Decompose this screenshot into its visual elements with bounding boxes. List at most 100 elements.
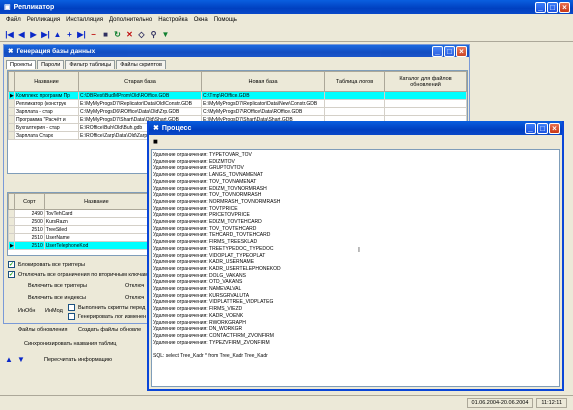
disable-constraints-checkbox[interactable]: ✓ Отключать все ограничения по вторичным… — [8, 271, 148, 278]
cell[interactable]: KursRazn — [43, 217, 149, 226]
disable-triggers-button[interactable]: Отключ — [125, 283, 144, 289]
col-new-db-header[interactable]: Новая база — [201, 71, 325, 92]
create-update-files-button[interactable]: Создать файлы обновле — [78, 327, 141, 333]
cell[interactable]: UserName — [43, 233, 149, 242]
cell[interactable]: Комплекс программ Пр — [14, 91, 79, 100]
cell[interactable] — [324, 99, 385, 108]
proc-minimize-button[interactable]: _ — [525, 122, 536, 134]
plus-icon[interactable]: + — [64, 29, 75, 40]
gen-maximize-button[interactable]: □ — [444, 45, 455, 57]
gen-minimize-button[interactable]: _ — [432, 45, 443, 57]
col-table-name-header[interactable]: Название — [43, 193, 149, 210]
cell[interactable] — [384, 99, 467, 108]
erase-icon[interactable]: ◇ — [136, 29, 147, 40]
gen-close-button[interactable]: × — [456, 45, 467, 57]
sync-names-button[interactable]: Синхронизировать названия таблиц — [24, 341, 116, 347]
close-button[interactable]: × — [559, 1, 570, 13]
tab-table-filter[interactable]: Фильтр таблицы — [65, 60, 116, 69]
menu-file[interactable]: Файл — [6, 17, 21, 23]
cell[interactable] — [384, 107, 467, 116]
move-down-icon[interactable]: ▼ — [17, 355, 25, 364]
table-row[interactable]: Репликатор (конструк E:\MyMyProgsD7\Repl… — [8, 99, 467, 108]
menu-extra[interactable]: Дополнительно — [109, 17, 152, 23]
list-item[interactable]: 2500 KursRazn — [8, 217, 149, 226]
disable-indexes-button[interactable]: Отключ — [125, 295, 144, 301]
cell[interactable]: TreeSiled — [43, 225, 149, 234]
log-line: Удаление ограничения: VIDPLATTREE_VIDPLA… — [153, 299, 274, 306]
next-icon[interactable]: ▶ — [28, 29, 39, 40]
cell[interactable]: TovTehCard — [43, 209, 149, 218]
prev-icon[interactable]: ◀ — [16, 29, 27, 40]
proc-close-button[interactable]: × — [549, 122, 560, 134]
cell[interactable]: C:\Tmp\ROffice.GDB — [201, 91, 325, 100]
log-line: Удаление ограничения: OTD_VAKANS — [153, 279, 243, 286]
log-line: Удаление ограничения: TOV_TOVTEHCARD — [153, 225, 257, 232]
col-update-dir-header[interactable]: Каталог для файлов обновлений — [384, 71, 467, 92]
cell[interactable] — [384, 91, 467, 100]
col-old-db-header[interactable]: Старая база — [78, 71, 202, 92]
process-log[interactable]: Удаление ограничения: TYPETOVAR_TOV Удал… — [151, 149, 560, 387]
save-icon[interactable]: ■ — [153, 137, 158, 146]
cell[interactable]: UserTelephoneKod — [43, 241, 149, 250]
cell[interactable]: Бухгалтерия - стар — [14, 123, 79, 132]
menu-install[interactable]: Инсталляция — [66, 17, 103, 23]
tab-script-files[interactable]: Файлы скриптов — [116, 60, 166, 69]
first-icon[interactable]: |◀ — [4, 29, 15, 40]
cell[interactable]: Программа "Расчёт и — [14, 115, 79, 124]
cell[interactable]: C:\MyMyProgsD6\ROffice\Data\Old\Zrp.GDB — [78, 107, 202, 116]
refresh-icon[interactable]: ↻ — [112, 29, 123, 40]
maximize-button[interactable]: □ — [547, 1, 558, 13]
process-toolbar: ■ — [149, 135, 562, 148]
filter-icon[interactable]: ▼ — [160, 29, 171, 40]
gen-log-checkbox[interactable]: Генерировать лог изменен — [68, 313, 146, 320]
row-indicator-icon: ▶ — [8, 241, 15, 250]
recalc-info-button[interactable]: Пересчитать информацию — [44, 357, 112, 363]
minimize-button[interactable]: _ — [535, 1, 546, 13]
tab-projects[interactable]: Проекты — [6, 60, 37, 69]
proc-maximize-button[interactable]: □ — [537, 122, 548, 134]
menu-settings[interactable]: Настройка — [158, 17, 188, 23]
list-item[interactable]: 2510 UserName — [8, 233, 149, 242]
block-triggers-checkbox[interactable]: ✓ Блокировать все триггеры — [8, 261, 85, 268]
run-scripts-checkbox[interactable]: Выполнить скрипты перед — [68, 304, 145, 311]
menu-replication[interactable]: Репликация — [27, 17, 60, 23]
up-icon[interactable]: ▲ — [52, 29, 63, 40]
app-title: Репликатор — [13, 3, 55, 11]
cell[interactable]: Зарплата Старх — [14, 131, 79, 140]
table-row[interactable]: Зарплата - стар C:\MyMyProgsD6\ROffice\D… — [8, 107, 467, 116]
col-log-table-header[interactable]: Таблица логов — [324, 71, 385, 92]
last-icon[interactable]: ▶| — [40, 29, 51, 40]
enable-triggers-button[interactable]: Включить все триггеры — [28, 283, 87, 289]
cell[interactable]: 2490 — [13, 209, 45, 218]
tab-passwords[interactable]: Пароли — [37, 60, 65, 69]
minus-icon[interactable]: − — [88, 29, 99, 40]
col-name-header[interactable]: Название — [14, 71, 79, 92]
cancel-icon[interactable]: ✕ — [124, 29, 135, 40]
cell[interactable]: Зарплата - стар — [14, 107, 79, 116]
cell[interactable]: E:\MyMyProgsD7\Replicator\Data\Old\Const… — [78, 99, 202, 108]
list-item[interactable]: 2490 TovTehCard — [8, 209, 149, 218]
cell[interactable]: 2510 — [13, 225, 45, 234]
cell[interactable] — [324, 107, 385, 116]
move-up-icon[interactable]: ▲ — [5, 355, 13, 364]
cell[interactable]: 2510 — [13, 233, 45, 242]
tables-grid[interactable]: Сорт Название 2490 TovTehCard 2500 KursR… — [7, 192, 150, 256]
list-item[interactable]: 2510 TreeSiled — [8, 225, 149, 234]
enable-indexes-button[interactable]: Включить все индексы — [28, 295, 86, 301]
menu-windows[interactable]: Окна — [194, 17, 208, 23]
search-icon[interactable]: ⚲ — [148, 29, 159, 40]
cell[interactable]: 2500 — [13, 217, 45, 226]
cell[interactable]: 2510 — [13, 241, 45, 250]
cell[interactable]: Репликатор (конструк — [14, 99, 79, 108]
menu-help[interactable]: Помощь — [214, 17, 237, 23]
save-icon[interactable]: ■ — [100, 29, 111, 40]
cell[interactable]: C:\DBRest\BudMProm\Old\ROffice.GDB — [78, 91, 202, 100]
skip-icon[interactable]: ▶| — [76, 29, 87, 40]
log-line: SQL: select Tree_Kadr * from Tree_Kadr T… — [153, 353, 268, 360]
cell[interactable]: E:\MyMyProgsD7\Replicator\Data\New\Const… — [201, 99, 325, 108]
table-row[interactable]: ▶ Комплекс программ Пр C:\DBRest\BudMPro… — [8, 91, 467, 100]
cell[interactable] — [324, 91, 385, 100]
cell[interactable]: C:\MyMyProgsD7\ROffice\Data\ROffice.GDB — [201, 107, 325, 116]
list-item[interactable]: ▶ 2510 UserTelephoneKod — [8, 241, 149, 250]
col-sort-header[interactable]: Сорт — [13, 193, 45, 210]
